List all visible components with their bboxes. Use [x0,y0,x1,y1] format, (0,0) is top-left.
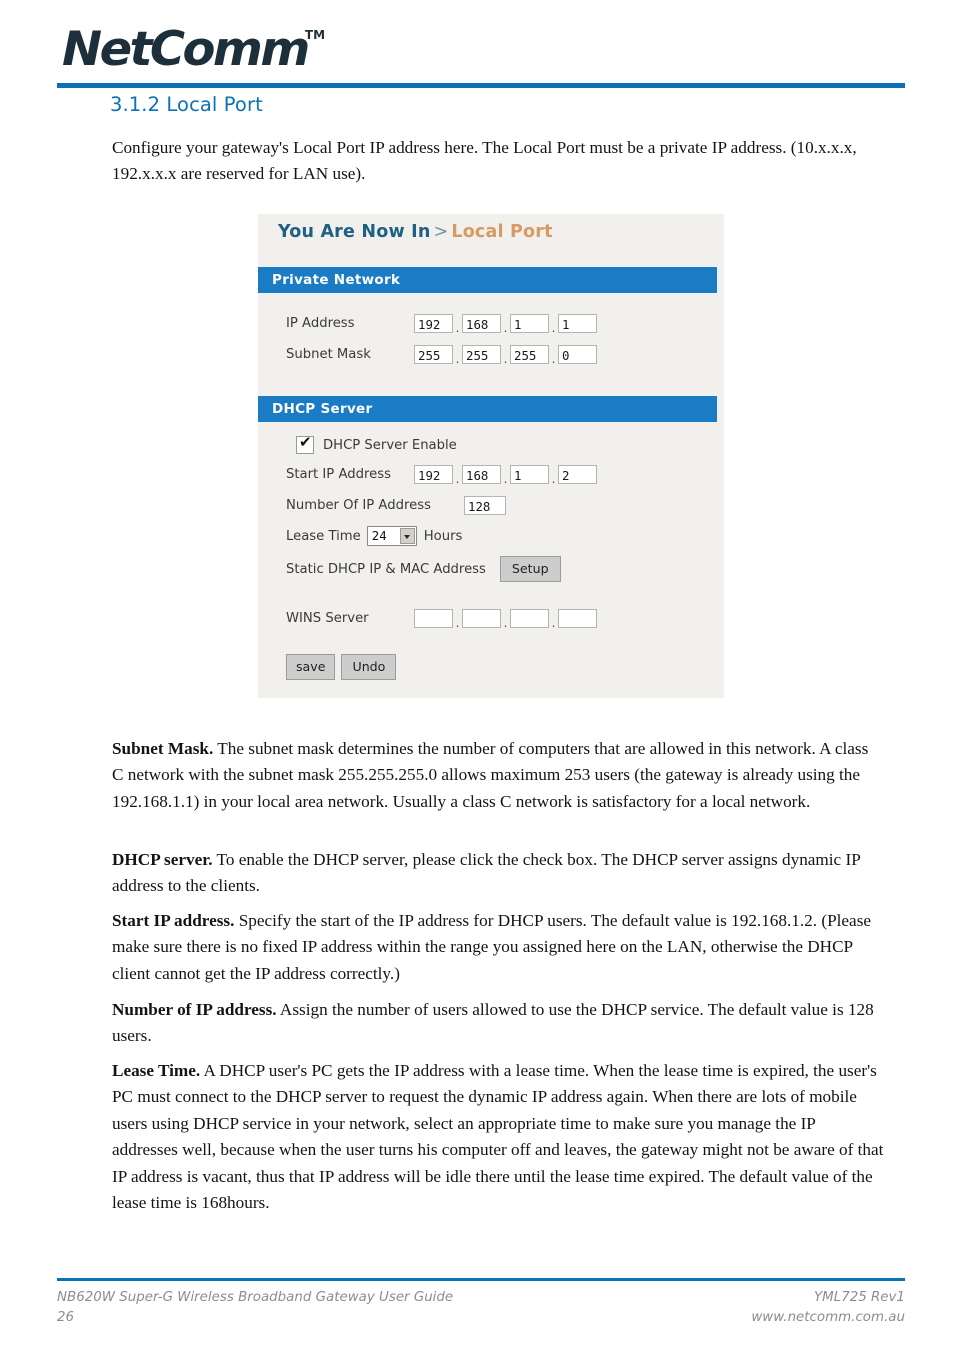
number-of-ip-address-term: Number of IP address. [112,1000,277,1019]
lease-time-row: Lease Time 24 Hours [286,526,462,548]
octet-separator-dot: . [455,471,460,486]
ip-address-label: IP Address [286,316,355,331]
subnet-mask-text: The subnet mask determines the number of… [112,739,869,811]
ip-address-octet-1[interactable]: 192 [414,314,453,333]
subnet-mask-label: Subnet Mask [286,347,371,362]
octet-separator-dot: . [503,320,508,335]
breadcrumb-current-page: Local Port [451,222,553,242]
subnet-mask-octet-2[interactable]: 255 [462,345,501,364]
subnet-mask-term: Subnet Mask. [112,739,214,758]
number-of-ip-address-input[interactable]: 128 [464,496,506,515]
lease-time-paragraph: Lease Time. A DHCP user's PC gets the IP… [112,1058,884,1216]
footer-page-number: 26 [57,1310,75,1325]
checkmark-icon: ✔ [299,433,312,451]
wins-server-octet-1[interactable] [414,609,453,628]
octet-separator-dot: . [455,615,460,630]
footer-doc-code: YML725 Rev1 [814,1290,905,1305]
start-ip-octet-4[interactable]: 2 [558,465,597,484]
number-of-ip-address-row: Number Of IP Address 128 [286,496,506,518]
footer-website: www.netcomm.com.au [751,1310,905,1325]
start-ip-octet-3[interactable]: 1 [510,465,549,484]
lease-time-select[interactable]: 24 [366,526,417,546]
octet-separator-dot: . [455,320,460,335]
intro-paragraph: Configure your gateway's Local Port IP a… [112,138,857,184]
wins-server-octet-4[interactable] [558,609,597,628]
page-header: NetCommTM [0,0,954,96]
dhcp-server-enable-row[interactable]: ✔ DHCP Server Enable [296,433,457,458]
dhcp-server-term: DHCP server. [112,850,213,869]
number-of-ip-address-label: Number Of IP Address [286,498,431,513]
lease-time-text: A DHCP user's PC gets the IP address wit… [112,1061,884,1213]
octet-separator-dot: . [455,351,460,366]
breadcrumb: You Are Now In > Local Port [278,222,553,242]
start-ip-address-label: Start IP Address [286,467,391,482]
dhcp-enable-checkbox[interactable]: ✔ [296,433,314,454]
static-dhcp-label: Static DHCP IP & MAC Address [286,561,486,577]
octet-separator-dot: . [503,351,508,366]
wins-server-octet-2[interactable] [462,609,501,628]
wins-server-octet-3[interactable] [510,609,549,628]
ip-address-octet-2[interactable]: 168 [462,314,501,333]
router-admin-screenshot: You Are Now In > Local Port Private Networ… [258,214,724,698]
ip-address-octet-3[interactable]: 1 [510,314,549,333]
lease-time-value: 24 [371,528,387,543]
number-of-ip-address-paragraph: Number of IP address. Assign the number … [112,997,884,1050]
wins-server-row: WINS Server... [286,609,597,631]
octet-separator-dot: . [503,615,508,630]
logo-wordmark: NetComm [62,22,310,77]
chevron-down-icon[interactable] [399,528,415,544]
trademark-symbol: TM [304,28,326,42]
private-network-panel-header: Private Network [258,267,717,293]
subnet-mask-row: Subnet Mask 255. 255. 255. 0 [286,345,597,367]
dhcp-server-panel-header: DHCP Server [258,396,717,422]
breadcrumb-separator-icon: > [433,222,449,242]
ip-address-row: IP Address 192. 168. 1. 1 [286,314,597,336]
dhcp-server-paragraph: DHCP server. To enable the DHCP server, … [112,847,884,900]
subnet-mask-octet-4[interactable]: 0 [558,345,597,364]
page-title: 3.1.2 Local Port [110,93,263,116]
start-ip-octet-2[interactable]: 168 [462,465,501,484]
octet-separator-dot: . [551,351,556,366]
subnet-mask-octet-1[interactable]: 255 [414,345,453,364]
dhcp-enable-label: DHCP Server Enable [323,437,457,453]
static-dhcp-setup-button[interactable]: Setup [499,556,561,582]
start-ip-address-row: Start IP Address 192. 168. 1. 2 [286,465,597,487]
octet-separator-dot: . [551,320,556,335]
lease-time-label: Lease Time [286,528,361,544]
subnet-mask-octet-3[interactable]: 255 [510,345,549,364]
breadcrumb-here-label: You Are Now In [278,222,431,242]
header-divider-rule [57,83,905,88]
wins-server-label: WINS Server [286,611,369,626]
dhcp-server-text: To enable the DHCP server, please click … [112,850,861,896]
octet-separator-dot: . [551,615,556,630]
octet-separator-dot: . [503,471,508,486]
ip-address-octet-4[interactable]: 1 [558,314,597,333]
subnet-mask-paragraph: Subnet Mask. The subnet mask determines … [112,736,884,815]
footer-divider-rule [57,1278,905,1281]
lease-time-unit-label: Hours [423,528,463,544]
octet-separator-dot: . [551,471,556,486]
start-ip-address-term: Start IP address. [112,911,235,930]
netcomm-logo: NetCommTM [62,22,326,77]
save-button[interactable]: save [286,654,336,680]
footer-right: YML725 Rev1 www.netcomm.com.au [751,1288,905,1328]
footer-left: NB620W Super-G Wireless Broadband Gatewa… [57,1288,453,1328]
footer-guide-title: NB620W Super-G Wireless Broadband Gatewa… [57,1290,454,1305]
static-dhcp-row: Static DHCP IP & MAC Address Setup [286,556,561,582]
undo-button[interactable]: Undo [341,654,397,680]
start-ip-octet-1[interactable]: 192 [414,465,453,484]
form-action-buttons: save Undo [286,654,397,680]
lease-time-term: Lease Time. [112,1061,201,1080]
start-ip-address-paragraph: Start IP address. Specify the start of t… [112,908,884,987]
